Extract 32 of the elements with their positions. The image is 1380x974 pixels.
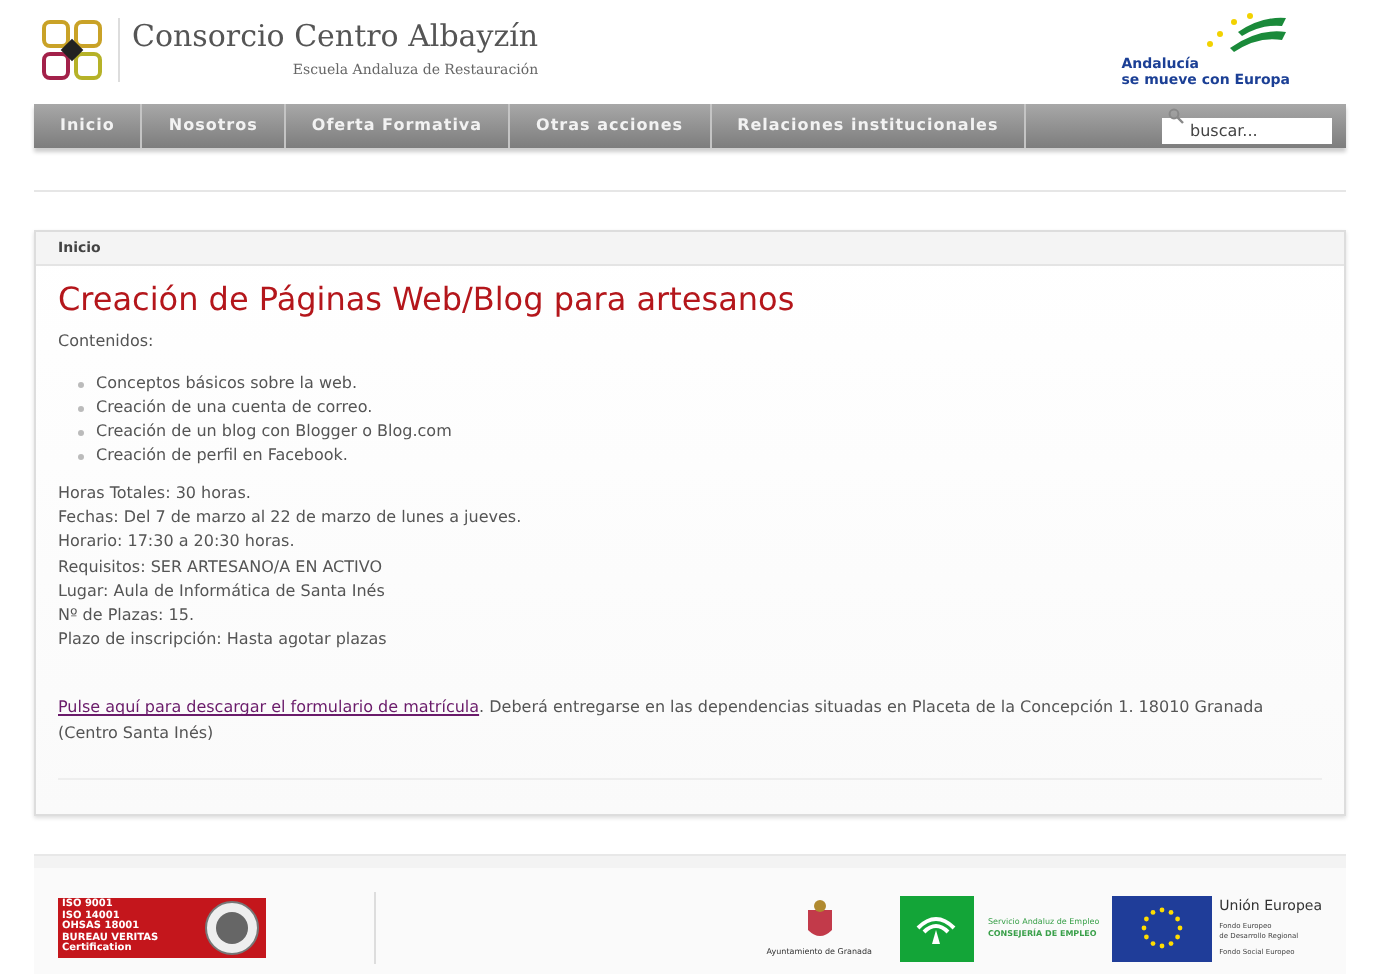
site-title: Consorcio Centro Albayzín bbox=[132, 18, 539, 55]
list-item: Creación de perfil en Facebook. bbox=[96, 444, 348, 468]
coat-of-arms-icon bbox=[803, 898, 836, 942]
detail-line: Lugar: Aula de Informática de Santa Inés bbox=[58, 579, 387, 604]
bullet-icon bbox=[78, 405, 84, 411]
nav-link[interactable]: Otras acciones bbox=[510, 104, 712, 148]
nav-link[interactable]: Relaciones institucionales bbox=[711, 104, 1027, 148]
detail-line: Fechas: Del 7 de marzo al 22 de marzo de lunes a jueves. bbox=[58, 506, 524, 531]
bullet-icon bbox=[78, 429, 84, 435]
seal-icon bbox=[204, 900, 260, 956]
article-title: Creación de Páginas Web/Blog para artesanos bbox=[58, 280, 797, 320]
list-item: Conceptos básicos sobre la web. bbox=[96, 372, 358, 396]
nav-link[interactable]: Nosotros bbox=[142, 104, 286, 148]
search-icon bbox=[1168, 107, 1184, 123]
search-field[interactable]: buscar... bbox=[1162, 118, 1332, 144]
nav-link[interactable]: Inicio bbox=[34, 104, 143, 148]
bullet-icon bbox=[78, 453, 84, 459]
article-text: Contenidos: bbox=[58, 330, 156, 354]
stars-circle-icon bbox=[1137, 904, 1186, 952]
logo-icon bbox=[42, 20, 102, 80]
bullet-icon bbox=[78, 381, 84, 387]
detail-line: Horas Totales: 30 horas. bbox=[58, 482, 253, 506]
stars-stripes-icon bbox=[1202, 12, 1290, 56]
nav-link[interactable]: Oferta Formativa bbox=[285, 104, 511, 148]
download-link[interactable]: Pulse aquí para descargar el formulario de matrícula bbox=[58, 698, 480, 717]
detail-line: Nº de Plazas: 15. bbox=[58, 603, 197, 628]
list-item: Creación de una cuenta de correo. bbox=[96, 396, 373, 420]
article-text: Pulse aquí para descargar el formulario de matrícula. Deberá entregarse en las dependencias situadas en Placeta de la Concepción 1. 18010 Granada (Centro Santa Inés) bbox=[58, 696, 1266, 746]
detail-line: Plazo de inscripción: Hasta agotar plazas bbox=[58, 628, 389, 653]
list-item: Creación de un blog con Blogger o Blog.com bbox=[96, 420, 452, 444]
detail-line: Requisitos: SER ARTESANO/A EN ACTIVO bbox=[58, 555, 385, 580]
detail-line: Horario: 17:30 a 20:30 horas. bbox=[58, 530, 297, 555]
